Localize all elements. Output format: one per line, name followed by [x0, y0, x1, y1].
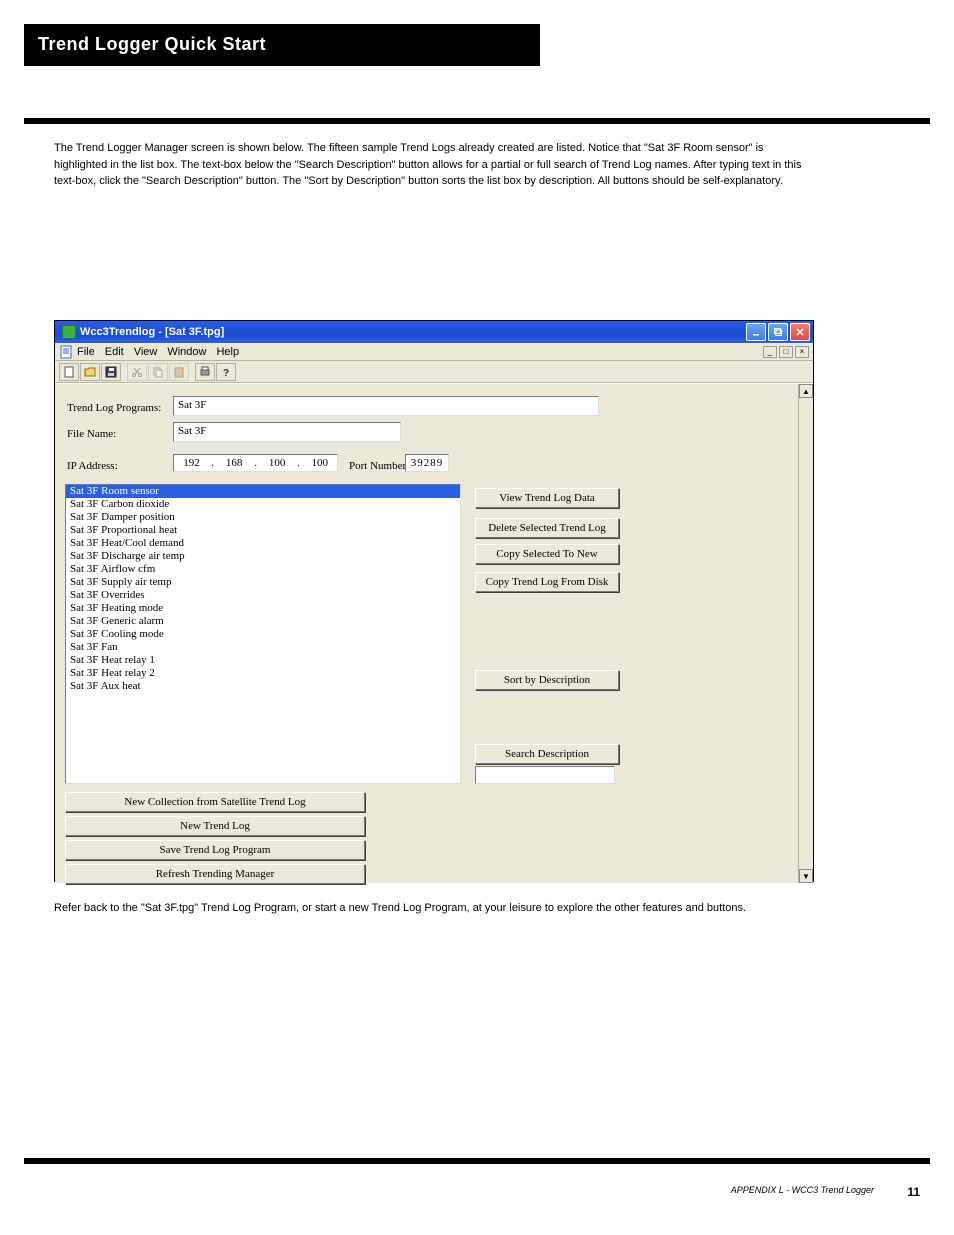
help-icon[interactable]: ? — [216, 363, 236, 381]
mdi-restore-button[interactable]: □ — [779, 346, 793, 358]
list-item[interactable]: Sat 3F Damper position — [66, 511, 460, 524]
ip-address-field[interactable]: 192 . 168 . 100 . 100 — [173, 454, 338, 472]
menu-window[interactable]: Window — [167, 346, 206, 358]
list-item[interactable]: Sat 3F Heat relay 2 — [66, 667, 460, 680]
port-number-label: Port Number: — [349, 460, 409, 472]
window-minimize-button[interactable] — [746, 323, 766, 341]
caption-paragraph: Refer back to the "Sat 3F.tpg" Trend Log… — [54, 900, 814, 917]
file-name-field[interactable]: Sat 3F — [173, 422, 401, 442]
trend-log-listbox[interactable]: Sat 3F Room sensor Sat 3F Carbon dioxide… — [65, 484, 461, 784]
list-item[interactable]: Sat 3F Discharge air temp — [66, 550, 460, 563]
refresh-trending-manager-button[interactable]: Refresh Trending Manager — [65, 864, 365, 884]
page-number: 11 — [907, 1185, 920, 1199]
window-close-button[interactable] — [790, 323, 810, 341]
ip-address-label: IP Address: — [67, 460, 118, 472]
list-item[interactable]: Sat 3F Heat/Cool demand — [66, 537, 460, 550]
client-area: Trend Log Programs: Sat 3F File Name: Sa… — [55, 383, 813, 883]
window-maximize-button[interactable] — [768, 323, 788, 341]
app-icon — [62, 325, 76, 339]
list-item[interactable]: Sat 3F Cooling mode — [66, 628, 460, 641]
divider — [24, 1158, 930, 1164]
sort-by-description-button[interactable]: Sort by Description — [475, 670, 619, 690]
doc-footer-title: APPENDIX L - WCC3 Trend Logger — [731, 1185, 874, 1195]
copy-selected-to-new-button[interactable]: Copy Selected To New — [475, 544, 619, 564]
divider — [24, 118, 930, 124]
list-item[interactable]: Sat 3F Fan — [66, 641, 460, 654]
trend-log-programs-label: Trend Log Programs: — [67, 402, 161, 414]
trend-log-programs-field[interactable]: Sat 3F — [173, 396, 599, 416]
window-titlebar: Wcc3Trendlog - [Sat 3F.tpg] — [55, 321, 813, 343]
list-item[interactable]: Sat 3F Generic alarm — [66, 615, 460, 628]
list-item[interactable]: Sat 3F Carbon dioxide — [66, 498, 460, 511]
copy-trend-log-from-disk-button[interactable]: Copy Trend Log From Disk — [475, 572, 619, 592]
list-item[interactable]: Sat 3F Heat relay 1 — [66, 654, 460, 667]
list-item[interactable]: Sat 3F Aux heat — [66, 680, 460, 693]
scroll-down-icon[interactable]: ▼ — [799, 869, 813, 883]
menu-file[interactable]: File — [77, 346, 95, 358]
ip-octet-2[interactable]: 168 — [216, 454, 252, 472]
copy-icon[interactable] — [148, 363, 168, 381]
list-item[interactable]: Sat 3F Heating mode — [66, 602, 460, 615]
view-trend-log-data-button[interactable]: View Trend Log Data — [475, 488, 619, 508]
menu-help[interactable]: Help — [216, 346, 239, 358]
list-item[interactable]: Sat 3F Proportional heat — [66, 524, 460, 537]
paste-icon[interactable] — [169, 363, 189, 381]
menu-bar: File Edit View Window Help _ □ × — [55, 343, 813, 361]
section-header-title: Trend Logger Quick Start — [38, 34, 266, 55]
ip-octet-3[interactable]: 100 — [259, 454, 295, 472]
print-icon[interactable] — [195, 363, 215, 381]
new-trend-log-button[interactable]: New Trend Log — [65, 816, 365, 836]
ip-octet-4[interactable]: 100 — [302, 454, 338, 472]
window-title: Wcc3Trendlog - [Sat 3F.tpg] — [80, 326, 224, 338]
mdi-close-button[interactable]: × — [795, 346, 809, 358]
search-description-input[interactable] — [475, 766, 615, 784]
open-file-icon[interactable] — [80, 363, 100, 381]
save-trend-log-program-button[interactable]: Save Trend Log Program — [65, 840, 365, 860]
scroll-up-icon[interactable]: ▲ — [799, 384, 813, 398]
search-description-button[interactable]: Search Description — [475, 744, 619, 764]
intro-paragraph: The Trend Logger Manager screen is shown… — [54, 140, 814, 190]
toolbar: ? — [55, 361, 813, 383]
menu-view[interactable]: View — [134, 346, 158, 358]
delete-selected-trend-log-button[interactable]: Delete Selected Trend Log — [475, 518, 619, 538]
file-name-label: File Name: — [67, 428, 116, 440]
cut-icon[interactable] — [127, 363, 147, 381]
ip-octet-1[interactable]: 192 — [173, 454, 209, 472]
mdi-minimize-button[interactable]: _ — [763, 346, 777, 358]
port-number-field[interactable]: 39289 — [405, 454, 449, 472]
new-file-icon[interactable] — [59, 363, 79, 381]
new-collection-from-satellite-button[interactable]: New Collection from Satellite Trend Log — [65, 792, 365, 812]
list-item[interactable]: Sat 3F Overrides — [66, 589, 460, 602]
save-file-icon[interactable] — [101, 363, 121, 381]
menu-edit[interactable]: Edit — [105, 346, 124, 358]
svg-text:?: ? — [223, 368, 229, 378]
vertical-scrollbar[interactable]: ▲ ▼ — [798, 384, 813, 883]
app-screenshot: Wcc3Trendlog - [Sat 3F.tpg] File Edit Vi… — [54, 320, 814, 882]
mdi-document-icon[interactable] — [59, 345, 73, 359]
list-item[interactable]: Sat 3F Airflow cfm — [66, 563, 460, 576]
list-item[interactable]: Sat 3F Room sensor — [66, 485, 460, 498]
list-item[interactable]: Sat 3F Supply air temp — [66, 576, 460, 589]
